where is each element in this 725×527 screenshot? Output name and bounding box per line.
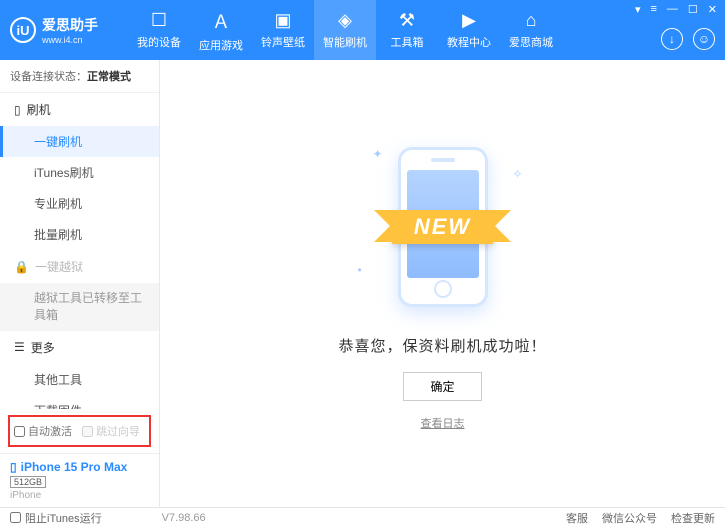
- phone-icon: ▯: [14, 103, 21, 117]
- main-content: ✦ ✧ • NEW 恭喜您，保资料刷机成功啦！ 确定 查看日志: [160, 60, 725, 507]
- tutorial-icon: ▶: [462, 10, 476, 31]
- tab-my-device[interactable]: ☐我的设备: [128, 0, 190, 60]
- lock-icon: 🔒: [14, 260, 29, 274]
- menu-icon[interactable]: ≡: [650, 3, 656, 16]
- footer-link-support[interactable]: 客服: [566, 510, 588, 526]
- footer-link-wechat[interactable]: 微信公众号: [602, 510, 657, 526]
- tab-store[interactable]: ⌂爱思商城: [500, 0, 562, 60]
- view-log-link[interactable]: 查看日志: [421, 415, 465, 431]
- auto-activate-checkbox[interactable]: 自动激活: [14, 423, 72, 439]
- phone-small-icon: ▯: [10, 460, 17, 474]
- download-button[interactable]: ↓: [661, 28, 683, 50]
- ringtone-icon: ▣: [274, 10, 291, 31]
- tab-apps-games[interactable]: Ａ应用游戏: [190, 0, 252, 60]
- sparkle-icon: •: [358, 263, 362, 277]
- skip-guide-checkbox[interactable]: 跳过向导: [82, 423, 140, 439]
- storage-badge: 512GB: [10, 476, 46, 488]
- toolbox-icon: ⚒: [399, 10, 415, 31]
- minimize-icon[interactable]: —: [667, 3, 678, 16]
- sidebar-item-download-firmware[interactable]: 下载固件: [0, 395, 159, 409]
- window-controls-top: ▾ ≡ — ☐ ✕: [635, 3, 717, 16]
- header-right-buttons: ↓ ☺: [661, 28, 715, 50]
- success-illustration: ✦ ✧ • NEW: [333, 137, 553, 317]
- sidebar-item-itunes-flash[interactable]: iTunes刷机: [0, 157, 159, 188]
- group-flash[interactable]: ▯刷机: [0, 93, 159, 126]
- sparkle-icon: ✧: [512, 167, 522, 181]
- tab-smart-flash[interactable]: ◈智能刷机: [314, 0, 376, 60]
- maximize-icon[interactable]: ☐: [688, 3, 698, 16]
- tab-ringtone-wallpaper[interactable]: ▣铃声壁纸: [252, 0, 314, 60]
- version-label: V7.98.66: [162, 512, 206, 524]
- flash-icon: ◈: [338, 10, 352, 31]
- tab-toolbox[interactable]: ⚒工具箱: [376, 0, 438, 60]
- status-bar: 阻止iTunes运行 V7.98.66 客服 微信公众号 检查更新: [0, 507, 725, 527]
- group-more[interactable]: ☰更多: [0, 331, 159, 364]
- sidebar-item-jailbreak-note: 越狱工具已转移至工具箱: [0, 283, 159, 331]
- new-ribbon: NEW: [392, 210, 493, 244]
- tab-tutorials[interactable]: ▶教程中心: [438, 0, 500, 60]
- success-message: 恭喜您，保资料刷机成功啦！: [338, 335, 546, 356]
- sparkle-icon: ✦: [373, 147, 383, 161]
- auto-options-highlight: 自动激活 跳过向导: [8, 415, 151, 447]
- ok-button[interactable]: 确定: [403, 372, 481, 401]
- dropdown-icon[interactable]: ▾: [635, 3, 641, 16]
- store-icon: ⌂: [526, 10, 537, 31]
- block-itunes-checkbox[interactable]: 阻止iTunes运行: [10, 510, 102, 526]
- logo-title: 爱思助手: [42, 15, 98, 35]
- sidebar: 设备连接状态：正常模式 ▯刷机 一键刷机 iTunes刷机 专业刷机 批量刷机 …: [0, 60, 160, 507]
- user-button[interactable]: ☺: [693, 28, 715, 50]
- top-nav: ☐我的设备 Ａ应用游戏 ▣铃声壁纸 ◈智能刷机 ⚒工具箱 ▶教程中心 ⌂爱思商城: [128, 0, 562, 60]
- logo-subtitle: www.i4.cn: [42, 35, 98, 45]
- sidebar-item-pro-flash[interactable]: 专业刷机: [0, 188, 159, 219]
- device-icon: ☐: [151, 10, 167, 31]
- app-header: iU 爱思助手 www.i4.cn ☐我的设备 Ａ应用游戏 ▣铃声壁纸 ◈智能刷…: [0, 0, 725, 60]
- apps-icon: Ａ: [212, 8, 230, 34]
- list-icon: ☰: [14, 340, 25, 354]
- footer-link-update[interactable]: 检查更新: [671, 510, 715, 526]
- sidebar-item-other-tools[interactable]: 其他工具: [0, 364, 159, 395]
- sidebar-item-batch-flash[interactable]: 批量刷机: [0, 219, 159, 250]
- group-jailbreak: 🔒一键越狱: [0, 250, 159, 283]
- close-icon[interactable]: ✕: [708, 3, 717, 16]
- logo: iU 爱思助手 www.i4.cn: [10, 15, 98, 45]
- sidebar-item-one-click-flash[interactable]: 一键刷机: [0, 126, 159, 157]
- device-type: iPhone: [10, 490, 149, 501]
- logo-icon: iU: [10, 17, 36, 43]
- device-info: ▯iPhone 15 Pro Max 512GB iPhone: [0, 453, 159, 507]
- device-status: 设备连接状态：正常模式: [0, 60, 159, 93]
- device-name[interactable]: ▯iPhone 15 Pro Max: [10, 460, 149, 474]
